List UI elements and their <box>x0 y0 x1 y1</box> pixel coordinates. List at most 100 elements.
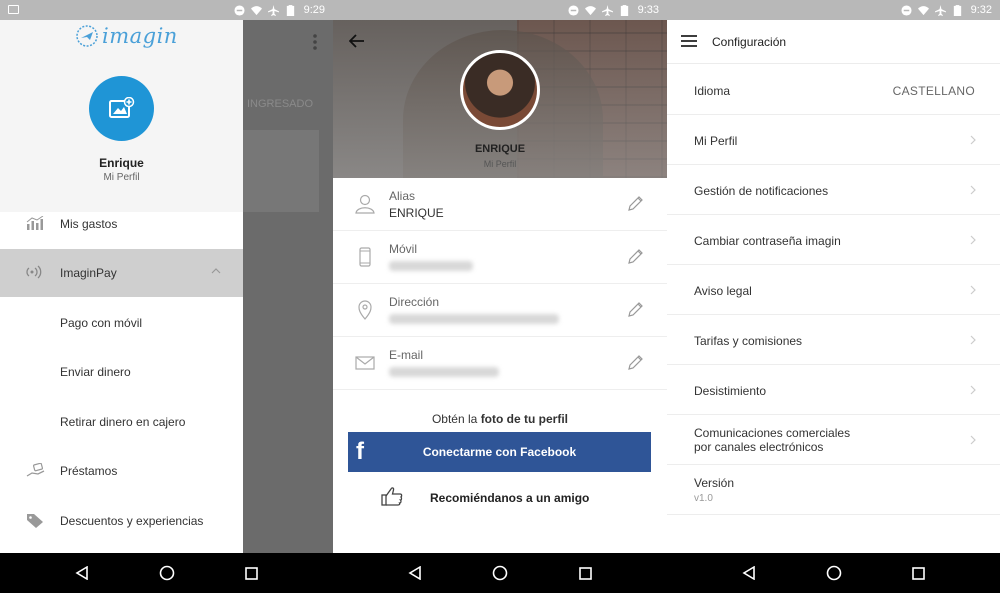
menu-item-label: Mis gastos <box>60 217 118 231</box>
profile-screen: 9:33 ENRIQUE Mi Perfil Alias ENRIQUE Móv… <box>333 0 667 593</box>
page-title: Configuración <box>712 35 787 49</box>
connect-facebook-button[interactable]: f Conectarme con Facebook <box>348 432 651 472</box>
settings-row-label: Mi Perfil <box>694 134 738 148</box>
system-nav-bar <box>0 553 333 593</box>
avatar[interactable] <box>89 76 154 141</box>
menu-item-enviar-dinero[interactable]: Enviar dinero <box>0 348 243 396</box>
back-nav-icon[interactable] <box>75 566 89 580</box>
mail-icon <box>355 356 375 370</box>
wifi-icon <box>917 5 929 15</box>
chevron-right-icon <box>970 185 976 195</box>
airplane-icon <box>601 4 613 16</box>
back-arrow-icon[interactable] <box>349 34 365 48</box>
field-email: E-mail <box>333 337 667 390</box>
settings-screen: 9:32 Configuración Idioma CASTELLANO Mi … <box>667 0 1000 593</box>
menu-item-label: ImaginPay <box>60 266 117 280</box>
settings-row-version: Versión v1.0 <box>667 465 1000 515</box>
menu-item-prestamos[interactable]: Préstamos <box>0 447 243 495</box>
chevron-right-icon <box>970 235 976 245</box>
pencil-icon[interactable] <box>627 249 643 265</box>
blurred-value <box>389 261 473 271</box>
phone-icon <box>359 247 371 267</box>
back-nav-icon[interactable] <box>408 566 422 580</box>
imagin-logo: imagin <box>76 24 178 48</box>
tag-icon <box>27 514 43 528</box>
settings-row-label: Cambiar contraseña imagin <box>694 234 841 248</box>
settings-row-label: Desistimiento <box>694 384 767 398</box>
notification-icon <box>8 5 19 14</box>
profile-photo[interactable] <box>460 50 540 130</box>
menu-item-label: Descuentos y experiencias <box>60 514 204 528</box>
menu-item-pago-con-movil[interactable]: Pago con móvil <box>0 299 243 347</box>
facebook-button-label: Conectarme con Facebook <box>422 445 577 459</box>
hamburger-menu-icon[interactable] <box>681 35 697 47</box>
settings-row-desistimiento[interactable]: Desistimiento <box>667 365 1000 415</box>
settings-row-mi-perfil[interactable]: Mi Perfil <box>667 115 1000 165</box>
pencil-icon[interactable] <box>627 196 643 212</box>
profile-subtitle: Mi Perfil <box>483 159 517 169</box>
home-nav-icon[interactable] <box>492 565 508 581</box>
add-photo-icon <box>108 96 134 118</box>
recents-nav-icon[interactable] <box>245 566 258 580</box>
recents-nav-icon[interactable] <box>912 566 925 580</box>
dnd-icon <box>901 4 912 16</box>
profile-header: ENRIQUE Mi Perfil <box>333 20 667 178</box>
photo-prompt-bold: foto de tu perfil <box>480 412 569 426</box>
settings-row-tarifas[interactable]: Tarifas y comisiones <box>667 315 1000 365</box>
field-label: Alias <box>389 189 416 203</box>
chevron-right-icon <box>970 285 976 295</box>
pencil-icon[interactable] <box>627 302 643 318</box>
menu-item-label: Préstamos <box>60 464 118 478</box>
profile-body: Alias ENRIQUE Móvil Dirección E-mail Obt… <box>333 178 667 553</box>
settings-row-notificaciones[interactable]: Gestión de notificaciones <box>667 165 1000 215</box>
overflow-menu-icon <box>313 34 317 50</box>
settings-row-value: CASTELLANO <box>892 84 975 98</box>
plane-logo-icon <box>76 25 98 47</box>
field-label: E-mail <box>389 348 424 362</box>
background-card <box>243 130 319 212</box>
photo-prompt-pre: Obtén la <box>431 412 478 426</box>
home-nav-icon[interactable] <box>826 565 842 581</box>
dnd-icon <box>234 4 245 16</box>
menu-screen: 9:29 INGRESADO imagin Enrique Mi Perfil … <box>0 0 333 593</box>
blurred-value <box>389 367 499 377</box>
recommend-button[interactable]: Recomiéndanos a un amigo <box>333 482 667 512</box>
settings-row-label: Tarifas y comisiones <box>694 334 803 348</box>
app-bar: Configuración <box>667 20 1000 64</box>
back-nav-icon[interactable] <box>742 566 756 580</box>
chart-icon <box>26 216 44 230</box>
system-nav-bar <box>333 553 667 593</box>
status-time: 9:33 <box>637 4 659 16</box>
recents-nav-icon[interactable] <box>579 566 592 580</box>
background-ghost-text: INGRESADO <box>247 98 314 110</box>
settings-row-idioma[interactable]: Idioma CASTELLANO <box>667 65 1000 115</box>
menu-item-label: Retirar dinero en cajero <box>60 415 186 429</box>
pencil-icon[interactable] <box>627 355 643 371</box>
location-icon <box>358 300 372 320</box>
menu-item-retirar-dinero[interactable]: Retirar dinero en cajero <box>0 398 243 446</box>
dimmed-background[interactable]: INGRESADO <box>243 20 333 553</box>
menu-item-imaginpay[interactable]: ImaginPay <box>0 249 243 297</box>
field-label: Dirección <box>389 295 440 309</box>
photo-prompt: Obtén la foto de tu perfil <box>333 412 667 426</box>
settings-row-aviso-legal[interactable]: Aviso legal <box>667 265 1000 315</box>
menu-item-descuentos[interactable]: Descuentos y experiencias <box>0 497 243 545</box>
drawer-header: imagin Enrique Mi Perfil <box>0 20 243 212</box>
status-time: 9:32 <box>970 4 992 16</box>
status-bar: 9:33 <box>333 0 667 20</box>
status-bar: 9:29 <box>0 0 333 20</box>
home-nav-icon[interactable] <box>159 565 175 581</box>
chevron-right-icon <box>970 435 976 445</box>
settings-row-comunicaciones[interactable]: Comunicaciones comerciales por canales e… <box>667 415 1000 465</box>
chevron-right-icon <box>970 135 976 145</box>
drawer-profile-link[interactable]: Mi Perfil <box>0 172 243 183</box>
hand-money-icon <box>26 463 45 477</box>
settings-row-label: Comunicaciones comerciales por canales e… <box>694 426 850 454</box>
settings-row-label: Gestión de notificaciones <box>694 184 829 198</box>
menu-item-mis-gastos[interactable]: Mis gastos <box>0 200 243 248</box>
status-time: 9:29 <box>303 4 325 16</box>
settings-row-cambiar-contrasena[interactable]: Cambiar contraseña imagin <box>667 215 1000 265</box>
facebook-icon: f <box>356 438 364 465</box>
wifi-icon <box>584 5 596 15</box>
profile-name: ENRIQUE <box>474 143 526 155</box>
